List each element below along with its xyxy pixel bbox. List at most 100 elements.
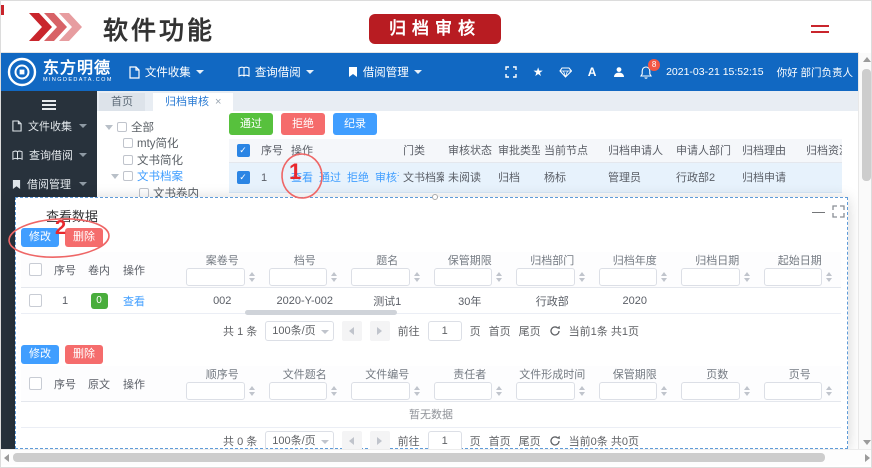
filter-input[interactable]	[681, 268, 740, 286]
row-checkbox[interactable]: ✓	[237, 171, 250, 184]
brand[interactable]: 东方明德 MINGDEDATA.COM	[7, 57, 113, 87]
row-checkbox[interactable]	[29, 294, 42, 307]
refresh-icon[interactable]	[549, 325, 561, 337]
sort-icon[interactable]	[496, 272, 502, 282]
approve-link[interactable]: 通过	[319, 172, 341, 184]
resize-handle[interactable]	[432, 194, 438, 200]
sort-icon[interactable]	[496, 386, 502, 396]
filter-input[interactable]	[516, 268, 575, 286]
view-link[interactable]: 查看	[291, 172, 313, 184]
sort-icon[interactable]	[249, 386, 255, 396]
tree-item-mty[interactable]: mty简化	[123, 136, 179, 150]
reject-button[interactable]: 拒绝	[281, 113, 325, 135]
delete-button[interactable]: 删除	[65, 345, 103, 364]
table-scrollbar[interactable]	[245, 310, 397, 315]
tree-checkbox[interactable]	[123, 155, 133, 165]
sort-icon[interactable]	[661, 272, 667, 282]
nav-item-query-borrow[interactable]: 查询借阅	[238, 64, 314, 80]
nav-item-borrow-manage[interactable]: 借阅管理	[348, 64, 422, 80]
next-page-button[interactable]	[370, 321, 390, 341]
prev-page-button[interactable]	[342, 431, 362, 451]
sort-icon[interactable]	[414, 386, 420, 396]
filter-input[interactable]	[599, 382, 658, 400]
filter-input[interactable]	[681, 382, 740, 400]
filter-input[interactable]	[186, 268, 245, 286]
last-page-link[interactable]: 尾页	[519, 433, 541, 449]
first-page-link[interactable]: 首页	[489, 433, 511, 449]
sort-icon[interactable]	[579, 272, 585, 282]
first-page-link[interactable]: 首页	[489, 323, 511, 339]
select-all-checkbox[interactable]	[29, 263, 42, 276]
sort-icon[interactable]	[414, 272, 420, 282]
sort-icon[interactable]	[826, 272, 832, 282]
record-button[interactable]: 纪录	[333, 113, 377, 135]
sort-icon[interactable]	[661, 386, 667, 396]
sidebar-item-file-collect[interactable]: 文件收集	[1, 118, 97, 134]
nav-item-file-collect[interactable]: 文件收集	[129, 64, 204, 80]
page-size-select[interactable]: 100条/页	[265, 431, 333, 451]
tree-item-wenshu-jianhua[interactable]: 文书简化	[123, 153, 183, 167]
close-icon[interactable]: ×	[215, 93, 221, 111]
filter-input[interactable]	[434, 268, 493, 286]
filter-input[interactable]	[269, 268, 328, 286]
fullscreen-icon[interactable]	[504, 65, 518, 79]
horizontal-scroll-thumb[interactable]	[13, 453, 825, 462]
view-link[interactable]: 查看	[123, 296, 145, 308]
filter-input[interactable]	[351, 382, 410, 400]
last-page-link[interactable]: 尾页	[519, 323, 541, 339]
scroll-right-icon[interactable]	[865, 454, 870, 462]
bell-icon[interactable]: 8	[639, 65, 653, 79]
sort-icon[interactable]	[826, 386, 832, 396]
select-all-checkbox[interactable]: ✓	[237, 144, 250, 157]
tab-archive-review[interactable]: 归档审核 ×	[153, 93, 233, 111]
tree-item-wenshu-dangan[interactable]: 文书档案	[111, 169, 183, 183]
delete-button[interactable]: 删除	[65, 228, 103, 247]
tree-checkbox[interactable]	[123, 171, 133, 181]
filter-input[interactable]	[764, 268, 823, 286]
tree-checkbox[interactable]	[117, 122, 127, 132]
filter-input[interactable]	[269, 382, 328, 400]
filter-input[interactable]	[764, 382, 823, 400]
filter-input[interactable]	[434, 382, 493, 400]
scroll-left-icon[interactable]	[4, 454, 9, 462]
tree-checkbox[interactable]	[123, 138, 133, 148]
modify-button[interactable]: 修改	[21, 345, 59, 364]
approve-button[interactable]: 通过	[229, 113, 273, 135]
sidebar-item-borrow-manage[interactable]: 借阅管理	[1, 176, 97, 192]
filter-input[interactable]	[351, 268, 410, 286]
tree-item-all[interactable]: 全部	[105, 120, 154, 134]
filter-input[interactable]	[516, 382, 575, 400]
review-table-row[interactable]: ✓ 1 查看通过拒绝审核记录 文书档案 未阅读 归档 杨标 管理员 行政部2 归…	[229, 163, 842, 193]
sort-icon[interactable]	[249, 272, 255, 282]
tab-home[interactable]: 首页	[99, 93, 145, 111]
sort-icon[interactable]	[331, 386, 337, 396]
modify-button[interactable]: 修改	[21, 228, 59, 247]
user-icon[interactable]	[612, 65, 626, 79]
prev-page-button[interactable]	[342, 321, 362, 341]
page-size-select[interactable]: 100条/页	[265, 321, 333, 341]
star-icon[interactable]: ★	[531, 65, 545, 79]
menu-icon[interactable]	[811, 25, 829, 35]
sort-icon[interactable]	[331, 272, 337, 282]
review-record-link[interactable]: 审核记录	[375, 172, 399, 184]
reject-link[interactable]: 拒绝	[347, 172, 369, 184]
vertical-scroll-thumb[interactable]	[862, 69, 871, 181]
tree-expand-icon[interactable]	[105, 125, 113, 130]
sort-icon[interactable]	[744, 386, 750, 396]
filter-input[interactable]	[599, 268, 658, 286]
page-number-input[interactable]	[428, 431, 462, 451]
select-all-checkbox[interactable]	[29, 377, 42, 390]
page-number-input[interactable]	[428, 321, 462, 341]
minimize-icon[interactable]: —	[812, 204, 826, 219]
vertical-scrollbar[interactable]	[858, 53, 872, 449]
refresh-icon[interactable]	[549, 435, 561, 447]
scroll-down-icon[interactable]	[863, 440, 871, 445]
collapse-menu-icon[interactable]	[42, 100, 56, 112]
expand-icon[interactable]	[832, 205, 845, 223]
volume-table-row[interactable]: 1 0 查看 002 2020-Y-002 测试1 30年 行政部 2020	[21, 288, 841, 314]
horizontal-scrollbar[interactable]	[1, 449, 872, 465]
filter-input[interactable]	[186, 382, 245, 400]
tree-expand-icon[interactable]	[111, 174, 119, 179]
font-size-icon[interactable]: A	[585, 65, 599, 79]
scroll-up-icon[interactable]	[863, 57, 871, 62]
